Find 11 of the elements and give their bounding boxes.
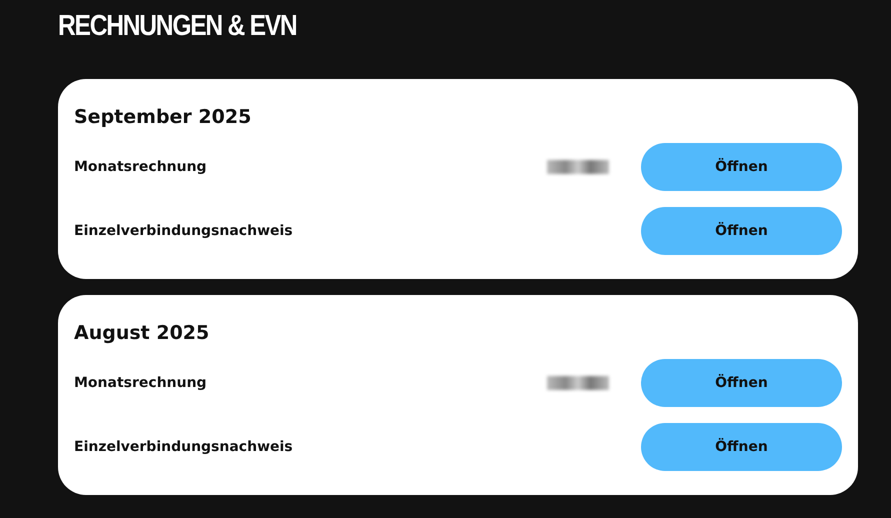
month-heading: September 2025 — [74, 105, 252, 130]
open-button[interactable]: Öffnen — [641, 423, 842, 471]
page-title: RECHNUNGEN & EVN — [58, 9, 298, 44]
document-label: Monatsrechnung — [74, 375, 208, 391]
month-heading: August 2025 — [74, 321, 210, 346]
open-button[interactable]: Öffnen — [641, 143, 842, 191]
open-button[interactable]: Öffnen — [641, 359, 842, 407]
document-label: Monatsrechnung — [74, 159, 208, 175]
open-button[interactable]: Öffnen — [641, 207, 842, 255]
document-label: Einzelverbindungsnachweis — [74, 439, 294, 455]
document-label: Einzelverbindungsnachweis — [74, 223, 294, 239]
